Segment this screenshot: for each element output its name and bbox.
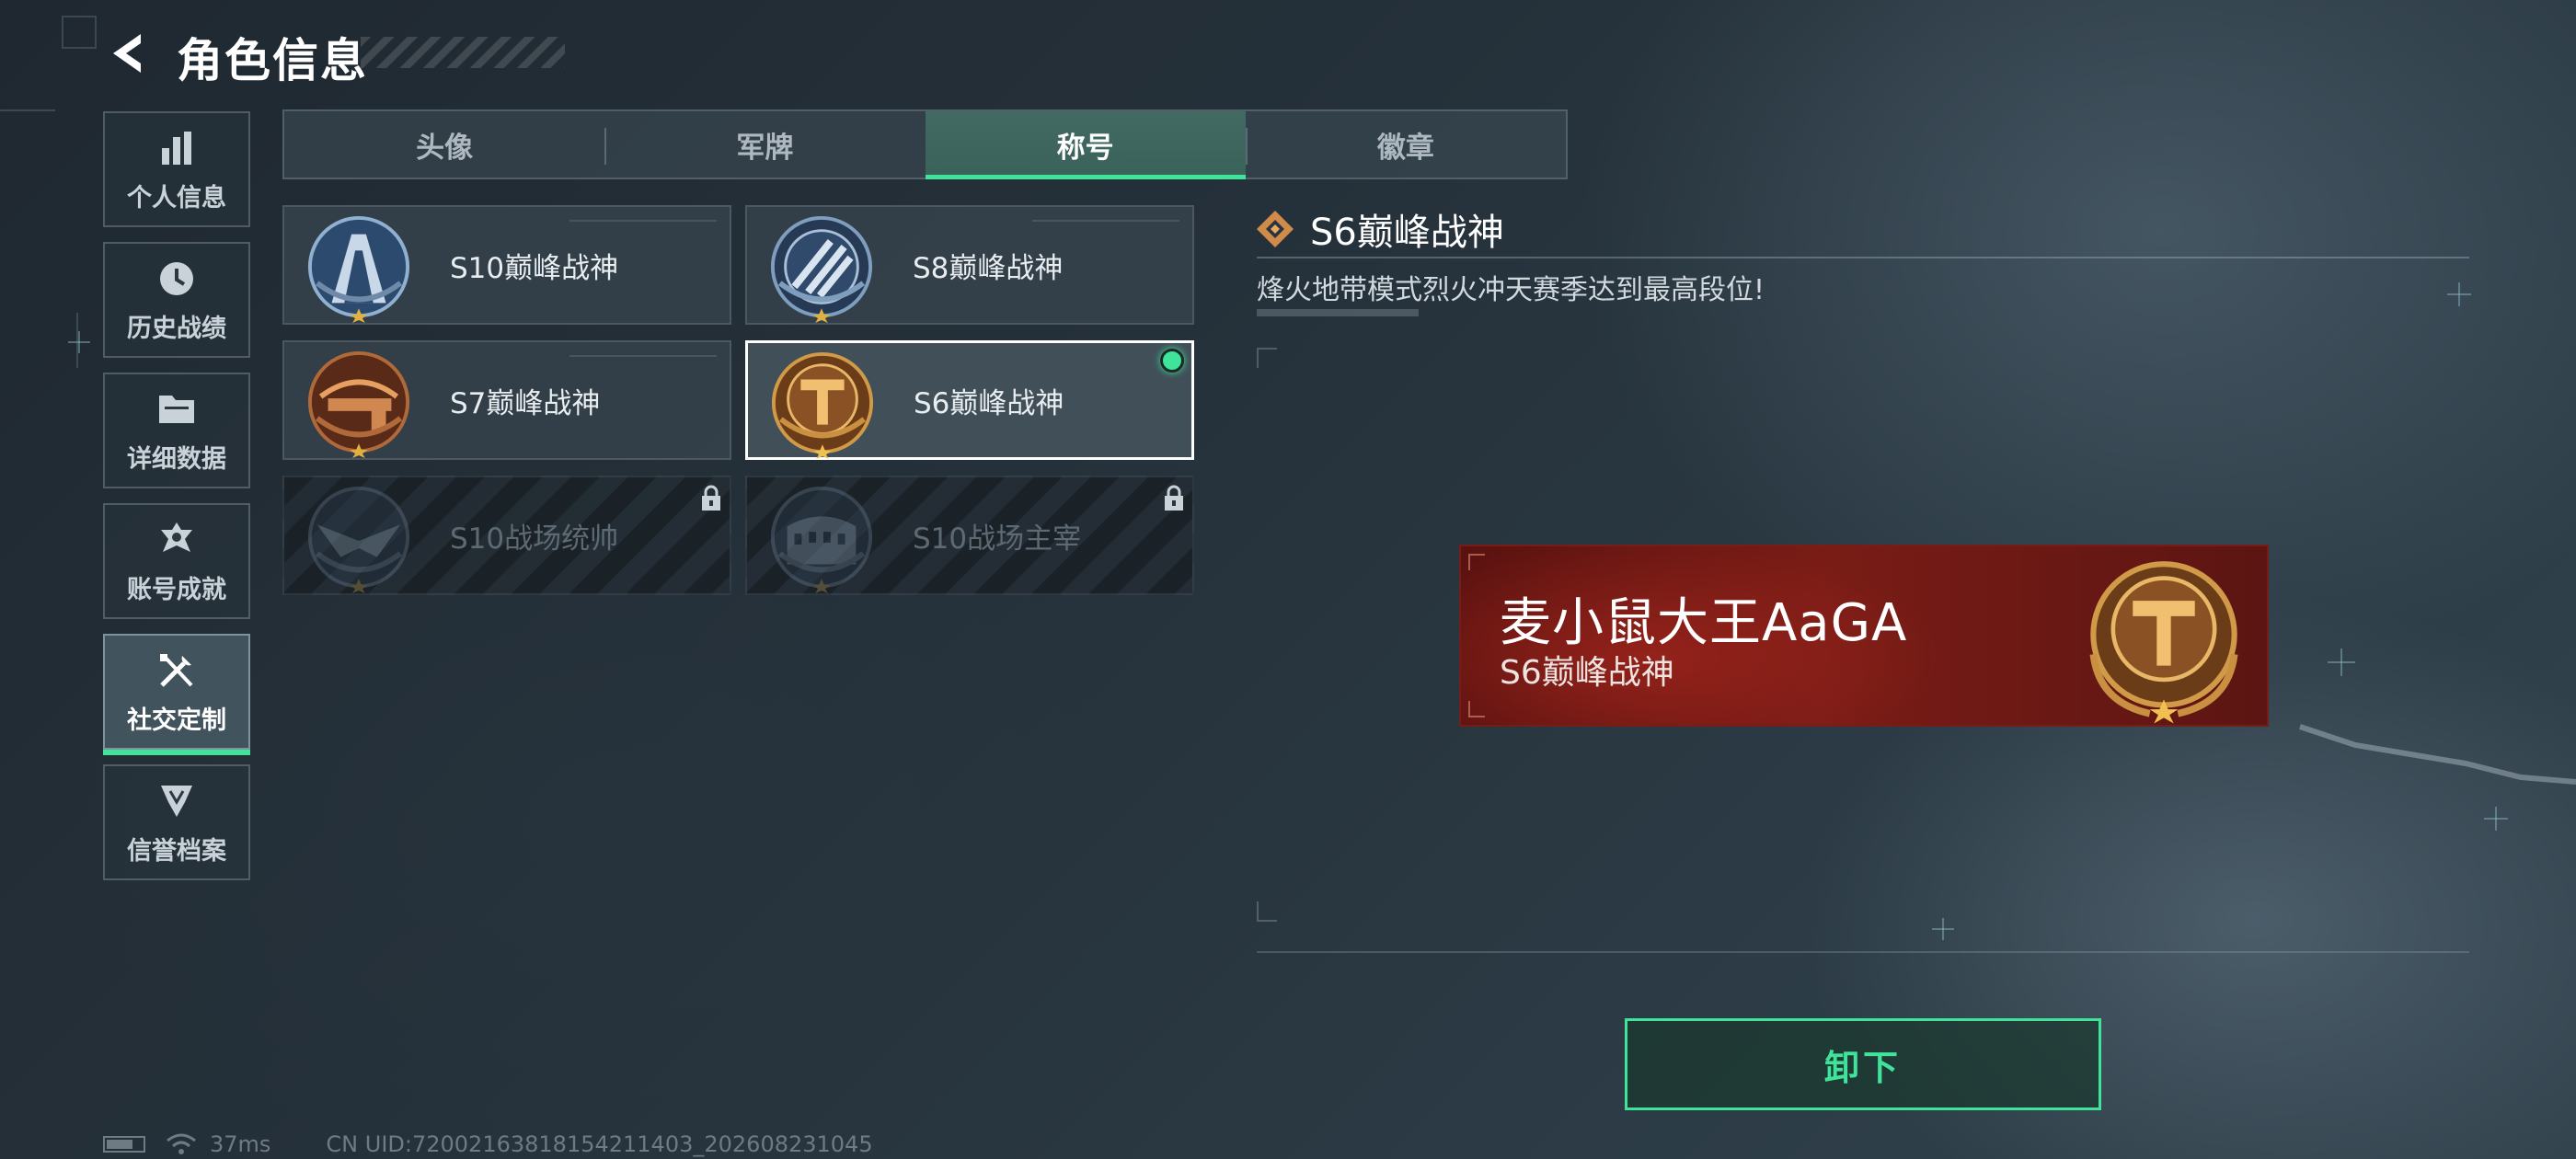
detail-description: 烽火地带模式烈火冲天赛季达到最高段位! <box>1257 274 1765 306</box>
title-card-s7-peak[interactable]: S7巅峰战神 <box>282 340 731 460</box>
achievement-icon <box>155 518 199 562</box>
lock-icon <box>1165 485 1183 511</box>
equipped-indicator <box>1160 349 1184 373</box>
title-card-s6-peak[interactable]: S6巅峰战神 <box>745 340 1194 460</box>
wifi-icon <box>167 1133 196 1154</box>
chevron-left-icon <box>113 34 141 73</box>
diamond-icon <box>1257 211 1294 247</box>
title-stripe-decoration <box>361 37 565 68</box>
title-card-s10-dominator[interactable]: S10战场主宰 <box>745 476 1194 595</box>
unequip-button[interactable]: 卸下 <box>1625 1018 2101 1110</box>
detail-decoration <box>1257 309 1419 316</box>
ping-value: 37ms <box>210 1131 271 1157</box>
sidebar-item-label: 账号成就 <box>127 575 226 604</box>
sidebar-item-label: 详细数据 <box>127 444 226 474</box>
page-title: 角色信息 <box>177 34 368 87</box>
sidebar-item-achievements[interactable]: 账号成就 <box>103 503 250 619</box>
shield-icon <box>155 779 199 823</box>
tab-bar: 头像 军牌 称号 徽章 <box>282 109 1568 179</box>
t-emblem-icon <box>2089 561 2238 724</box>
title-card-label: S8巅峰战神 <box>913 251 1064 285</box>
detail-title: S6巅峰战神 <box>1310 212 1504 254</box>
back-button[interactable] <box>101 28 153 79</box>
sidebar-item-label: 个人信息 <box>127 183 226 212</box>
battery-icon <box>103 1136 145 1153</box>
slash-emblem-icon <box>770 215 873 323</box>
lock-icon <box>702 485 720 511</box>
banner-corner <box>1468 554 1485 570</box>
crossbow-emblem-icon <box>307 350 410 458</box>
title-preview-banner: 麦小鼠大王AaGA S6巅峰战神 <box>1459 545 2269 727</box>
tab-dog-tag[interactable]: 军牌 <box>604 111 925 178</box>
unequip-button-label: 卸下 <box>1823 1047 1902 1088</box>
sidebar-item-credit-file[interactable]: 信誉档案 <box>103 764 250 880</box>
frame-corner <box>1257 348 1277 368</box>
detail-header: S6巅峰战神 <box>1255 202 1504 256</box>
eagle-emblem-icon <box>307 486 410 593</box>
t-emblem-icon <box>771 351 874 459</box>
sidebar-item-social-custom[interactable]: 社交定制 <box>103 634 250 755</box>
player-name: 麦小鼠大王AaGA <box>1500 593 1908 653</box>
sidebar-item-personal-info[interactable]: 个人信息 <box>103 111 250 227</box>
title-card-label: S10巅峰战神 <box>450 251 619 285</box>
sidebar-item-history[interactable]: 历史战绩 <box>103 242 250 358</box>
sidebar-item-detailed-data[interactable]: 详细数据 <box>103 373 250 488</box>
colosseum-emblem-icon <box>770 486 873 593</box>
uid-text: CN UID:72002163818154211403_202608231045 <box>326 1131 873 1157</box>
tower-emblem-icon <box>307 215 410 323</box>
title-card-label: S7巅峰战神 <box>450 386 601 420</box>
folder-icon <box>155 387 199 431</box>
bar-chart-icon <box>155 126 199 170</box>
divider <box>1257 951 2469 953</box>
title-card-s10-commander[interactable]: S10战场统帅 <box>282 476 731 595</box>
title-card-label: S10战场统帅 <box>450 522 619 556</box>
sidebar-item-label: 社交定制 <box>127 706 226 735</box>
sidebar-item-label: 历史战绩 <box>127 314 226 343</box>
divider <box>1257 257 2469 258</box>
title-card-s10-peak[interactable]: S10巅峰战神 <box>282 205 731 325</box>
sidebar-item-label: 信誉档案 <box>127 836 226 866</box>
banner-corner <box>1468 701 1485 717</box>
tab-avatar[interactable]: 头像 <box>284 111 604 178</box>
title-card-label: S6巅峰战神 <box>914 386 1064 420</box>
status-bar: 37ms CN UID:72002163818154211403_2026082… <box>103 1131 873 1157</box>
title-card-label: S10战场主宰 <box>913 522 1082 556</box>
clock-icon <box>155 257 199 301</box>
tab-title[interactable]: 称号 <box>925 111 1247 179</box>
frame-corner <box>1257 901 1277 922</box>
preview-title: S6巅峰战神 <box>1500 654 1674 692</box>
tab-badge[interactable]: 徽章 <box>1245 111 1566 178</box>
title-card-s8-peak[interactable]: S8巅峰战神 <box>745 205 1194 325</box>
tools-icon <box>155 648 199 693</box>
